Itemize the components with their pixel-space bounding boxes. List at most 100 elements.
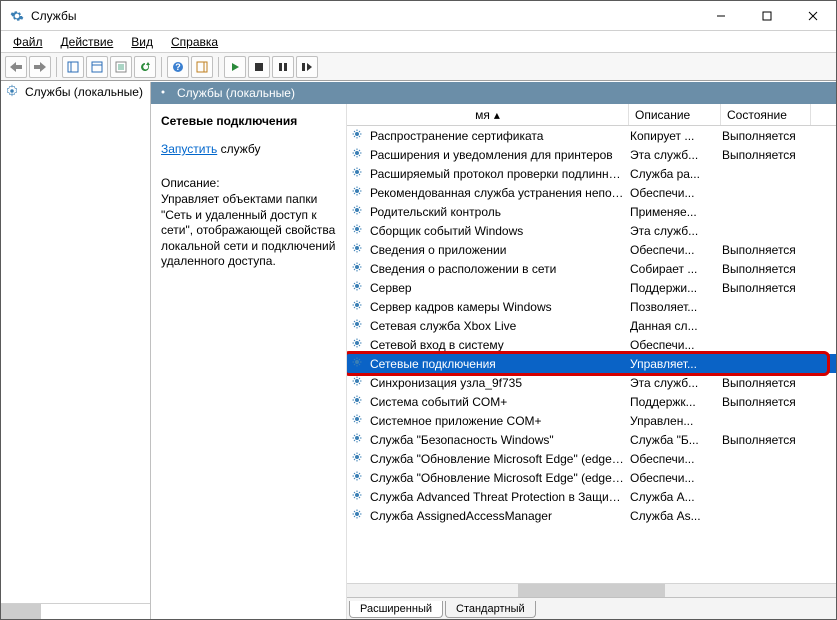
col-name[interactable]: мя ▴ xyxy=(347,104,629,125)
service-row[interactable]: Сборщик событий WindowsЭта служб... xyxy=(347,221,836,240)
tab-extended[interactable]: Расширенный xyxy=(349,601,443,618)
view-tabs: Расширенный Стандартный xyxy=(347,597,836,619)
service-icon xyxy=(351,451,367,467)
service-name: Служба "Безопасность Windows" xyxy=(370,433,630,447)
service-icon xyxy=(351,128,367,144)
menu-file[interactable]: Файл xyxy=(5,33,51,51)
service-name: Сборщик событий Windows xyxy=(370,224,630,238)
tree-hscrollbar[interactable] xyxy=(1,603,150,619)
service-state: Выполняется xyxy=(722,433,812,447)
service-row[interactable]: Сетевые подключенияУправляет... xyxy=(347,354,836,373)
service-icon xyxy=(351,147,367,163)
service-row[interactable]: Распространение сертификатаКопирует ...В… xyxy=(347,126,836,145)
start-service-button[interactable] xyxy=(224,56,246,78)
properties-button[interactable] xyxy=(110,56,132,78)
service-row[interactable]: Расширения и уведомления для принтеровЭт… xyxy=(347,145,836,164)
refresh-button[interactable] xyxy=(134,56,156,78)
service-row[interactable]: Рекомендованная служба устранения непола… xyxy=(347,183,836,202)
service-icon xyxy=(351,394,367,410)
export-list-button[interactable] xyxy=(86,56,108,78)
tree-root-label: Службы (локальные) xyxy=(25,85,143,99)
service-icon xyxy=(351,413,367,429)
minimize-button[interactable] xyxy=(698,1,744,30)
titlebar: Службы xyxy=(1,1,836,31)
service-description: Позволяет... xyxy=(630,300,722,314)
menu-view[interactable]: Вид xyxy=(123,33,161,51)
tab-standard[interactable]: Стандартный xyxy=(445,601,536,618)
col-state[interactable]: Состояние xyxy=(721,104,811,125)
service-icon xyxy=(351,375,367,391)
toolbar-separator xyxy=(218,57,219,77)
stop-service-button[interactable] xyxy=(248,56,270,78)
service-row[interactable]: Сервер кадров камеры WindowsПозволяет... xyxy=(347,297,836,316)
window-title: Службы xyxy=(31,9,698,23)
service-action: Запустить службу xyxy=(161,142,336,156)
service-row[interactable]: Сведения о приложенииОбеспечи...Выполняе… xyxy=(347,240,836,259)
description-label: Описание: xyxy=(161,176,336,190)
service-name: Рекомендованная служба устранения непола… xyxy=(370,186,630,200)
tree-pane: Службы (локальные) xyxy=(1,82,151,619)
service-description: Служба As... xyxy=(630,509,722,523)
service-description: Поддержи... xyxy=(630,281,722,295)
service-description: Управлен... xyxy=(630,414,722,428)
pause-service-button[interactable] xyxy=(272,56,294,78)
list-hscrollbar[interactable] xyxy=(347,583,836,597)
details-panel: Сетевые подключения Запустить службу Опи… xyxy=(151,104,347,619)
service-state: Выполняется xyxy=(722,148,812,162)
service-name: Сетевой вход в систему xyxy=(370,338,630,352)
service-state: Выполняется xyxy=(722,281,812,295)
service-row[interactable]: Служба "Обновление Microsoft Edge" (edge… xyxy=(347,449,836,468)
back-button[interactable] xyxy=(5,56,27,78)
description-text: Управляет объектами папки "Сеть и удален… xyxy=(161,192,336,270)
service-name: Сведения о расположении в сети xyxy=(370,262,630,276)
action-pane-button[interactable] xyxy=(191,56,213,78)
service-row[interactable]: Система событий COM+Поддержк...Выполняет… xyxy=(347,392,836,411)
service-description: Обеспечи... xyxy=(630,186,722,200)
tree-root-item[interactable]: Службы (локальные) xyxy=(1,82,150,102)
services-window: Службы Файл Действие Вид Справка ? xyxy=(0,0,837,620)
list-body[interactable]: Распространение сертификатаКопирует ...В… xyxy=(347,126,836,583)
service-state: Выполняется xyxy=(722,395,812,409)
close-button[interactable] xyxy=(790,1,836,30)
col-description[interactable]: Описание xyxy=(629,104,721,125)
service-description: Эта служб... xyxy=(630,376,722,390)
service-state: Выполняется xyxy=(722,376,812,390)
menu-action[interactable]: Действие xyxy=(53,33,122,51)
sort-asc-icon: ▴ xyxy=(494,108,500,122)
content-row: Сетевые подключения Запустить службу Опи… xyxy=(151,104,836,619)
service-row[interactable]: Сетевая служба Xbox LiveДанная сл... xyxy=(347,316,836,335)
show-hide-tree-button[interactable] xyxy=(62,56,84,78)
service-name: Сведения о приложении xyxy=(370,243,630,257)
service-state: Выполняется xyxy=(722,243,812,257)
service-row[interactable]: Служба "Обновление Microsoft Edge" (edge… xyxy=(347,468,836,487)
service-description: Данная сл... xyxy=(630,319,722,333)
maximize-button[interactable] xyxy=(744,1,790,30)
service-row[interactable]: Служба Advanced Threat Protection в Защи… xyxy=(347,487,836,506)
service-row[interactable]: Расширяемый протокол проверки подлиннос.… xyxy=(347,164,836,183)
toolbar-separator xyxy=(161,57,162,77)
service-row[interactable]: Служба AssignedAccessManagerСлужба As... xyxy=(347,506,836,525)
main-body: Службы (локальные) Службы (локальные) Се… xyxy=(1,81,836,619)
service-description: Эта служб... xyxy=(630,224,722,238)
service-icon xyxy=(351,223,367,239)
service-row[interactable]: Синхронизация узла_9f735Эта служб...Выпо… xyxy=(347,373,836,392)
restart-service-button[interactable] xyxy=(296,56,318,78)
service-row[interactable]: Системное приложение COM+Управлен... xyxy=(347,411,836,430)
svg-text:?: ? xyxy=(175,62,181,72)
help-button[interactable]: ? xyxy=(167,56,189,78)
service-row[interactable]: Сведения о расположении в сетиСобирает .… xyxy=(347,259,836,278)
service-name: Служба Advanced Threat Protection в Защи… xyxy=(370,490,630,504)
service-icon xyxy=(351,318,367,334)
service-row[interactable]: Служба "Безопасность Windows"Служба "Б..… xyxy=(347,430,836,449)
forward-button[interactable] xyxy=(29,56,51,78)
service-description: Собирает ... xyxy=(630,262,722,276)
service-state: Выполняется xyxy=(722,129,812,143)
service-row[interactable]: Родительский контрольПрименяе... xyxy=(347,202,836,221)
gear-icon xyxy=(157,86,171,100)
service-name: Системное приложение COM+ xyxy=(370,414,630,428)
service-row[interactable]: СерверПоддержи...Выполняется xyxy=(347,278,836,297)
menu-help[interactable]: Справка xyxy=(163,33,226,51)
service-description: Применяе... xyxy=(630,205,722,219)
start-service-link[interactable]: Запустить xyxy=(161,142,217,156)
service-row[interactable]: Сетевой вход в системуОбеспечи... xyxy=(347,335,836,354)
